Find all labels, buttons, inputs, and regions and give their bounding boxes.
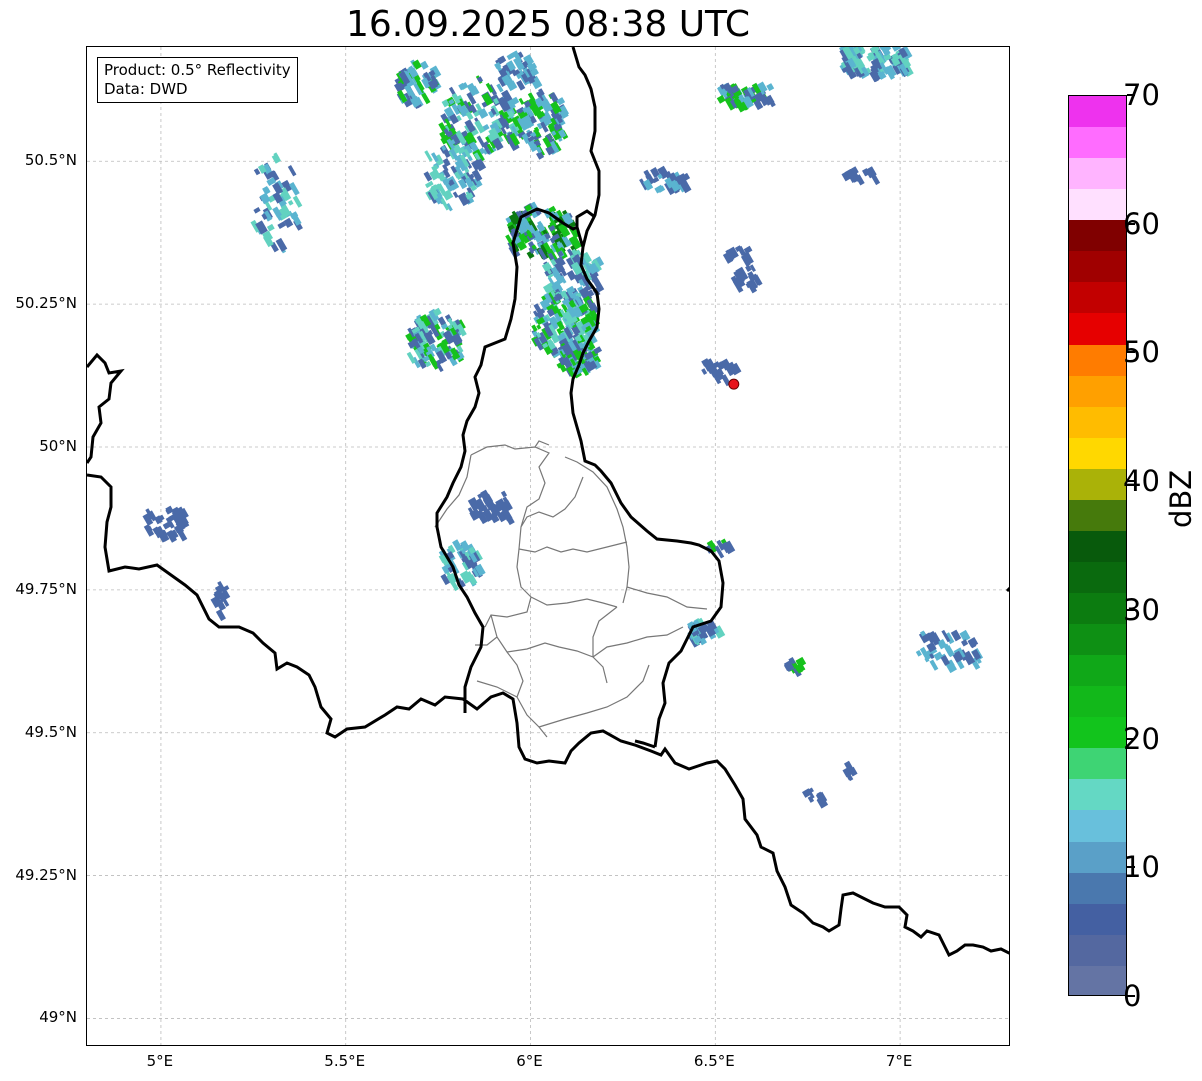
radar-echo-cell <box>518 97 525 105</box>
radar-echo-cell <box>500 490 508 498</box>
colorbar-segment <box>1069 748 1126 780</box>
radar-echo-cell <box>452 191 459 199</box>
latitude-tick-label: 50.5°N <box>24 151 77 170</box>
colorbar-segment <box>1069 282 1126 314</box>
colorbar-segment <box>1069 655 1126 687</box>
colorbar-segment <box>1069 189 1126 221</box>
colorbar-segment <box>1069 841 1126 873</box>
radar-echo-cell <box>420 60 429 70</box>
latitude-tick-label: 49.25°N <box>15 865 77 884</box>
radar-map[interactable] <box>86 46 1010 1046</box>
map-canvas <box>87 47 1009 1045</box>
radar-echo-cell <box>215 609 226 622</box>
radar-echo-cell <box>531 324 538 332</box>
radar-echo-cell <box>701 368 708 375</box>
longitude-tick-label: 5.5°E <box>324 1052 366 1070</box>
map-title: 16.09.2025 08:38 UTC <box>345 4 751 45</box>
radar-echo-cell <box>266 223 275 232</box>
radar-echo-cell <box>143 524 155 537</box>
colorbar-tick-label: 10 <box>1123 850 1160 885</box>
colorbar-segment <box>1069 127 1126 159</box>
radar-echo-cell <box>766 83 775 92</box>
radar-echo-cell <box>259 192 271 205</box>
colorbar-segment <box>1069 872 1126 904</box>
marker-layer <box>728 378 740 390</box>
longitude-tick-label: 7°E <box>885 1052 913 1070</box>
longitude-tick-label: 6.5°E <box>693 1052 735 1070</box>
colorbar-segment <box>1069 593 1126 625</box>
gridlines <box>87 47 1009 1045</box>
latitude-tick-label: 50.25°N <box>15 294 77 313</box>
country-borders <box>87 47 1009 958</box>
colorbar-segment <box>1069 903 1126 935</box>
latitude-tick-label: 49.5°N <box>24 722 77 741</box>
colorbar-segment <box>1069 810 1126 842</box>
colorbar-segment <box>1069 437 1126 469</box>
colorbar-segment <box>1069 220 1126 252</box>
colorbar-segment <box>1069 779 1126 811</box>
radar-echo-cell <box>287 199 294 206</box>
colorbar-segment <box>1069 686 1126 718</box>
colorbar-tick-label: 70 <box>1123 78 1160 112</box>
colorbar-segment <box>1069 530 1126 562</box>
radar-echo-cell <box>424 150 433 162</box>
colorbar-tick-label: 60 <box>1123 206 1160 241</box>
colorbar-segment <box>1069 965 1126 995</box>
colorbar-segment <box>1069 375 1126 407</box>
colorbar-segment <box>1069 158 1126 190</box>
colorbar-tick-label: 0 <box>1123 979 1142 1013</box>
colorbar-segment <box>1069 624 1126 656</box>
latitude-tick-label: 49.75°N <box>15 579 77 598</box>
colorbar-segment <box>1069 96 1126 128</box>
colorbar-segment <box>1069 561 1126 593</box>
data-source-label: Data: DWD <box>104 80 188 98</box>
colorbar-tick-label: 40 <box>1123 464 1160 499</box>
colorbar-unit-label: dBZ <box>1164 469 1198 528</box>
colorbar-segment <box>1069 406 1126 438</box>
radar-echo-cell <box>287 165 297 177</box>
colorbar-segment <box>1069 934 1126 966</box>
radar-echo-cell <box>929 659 939 671</box>
radar-echo-cell <box>292 195 303 208</box>
colorbar-tick-label: 30 <box>1123 592 1160 627</box>
radar-echo-cell <box>271 153 281 164</box>
red-location-marker[interactable] <box>728 378 740 390</box>
product-info-box: Product: 0.5° Reflectivity Data: DWD <box>97 57 298 103</box>
radar-echo-cell <box>556 97 566 106</box>
colorbar-segment <box>1069 313 1126 345</box>
colorbar-tick-label: 20 <box>1123 721 1160 756</box>
radar-echo-cell <box>283 217 294 228</box>
radar-echo-cell <box>421 92 431 105</box>
radar-echo-cell <box>960 639 969 647</box>
longitude-tick-label: 6°E <box>516 1052 543 1070</box>
latitude-tick-label: 50°N <box>39 437 77 455</box>
colorbar-segment <box>1069 251 1126 283</box>
colorbar-segment <box>1069 344 1126 376</box>
colorbar-tick-label: 50 <box>1123 335 1160 370</box>
latitude-tick-label: 49°N <box>39 1008 77 1027</box>
inner-district-borders <box>434 440 708 738</box>
borders <box>87 47 1009 958</box>
product-label: Product: 0.5° Reflectivity <box>104 61 291 79</box>
radar-echo-cell <box>253 207 261 214</box>
longitude-tick-label: 5°E <box>146 1052 174 1070</box>
colorbar-segment <box>1069 499 1126 531</box>
colorbar-segment <box>1069 717 1126 749</box>
colorbar-segment <box>1069 468 1126 500</box>
colorbar <box>1068 95 1127 996</box>
